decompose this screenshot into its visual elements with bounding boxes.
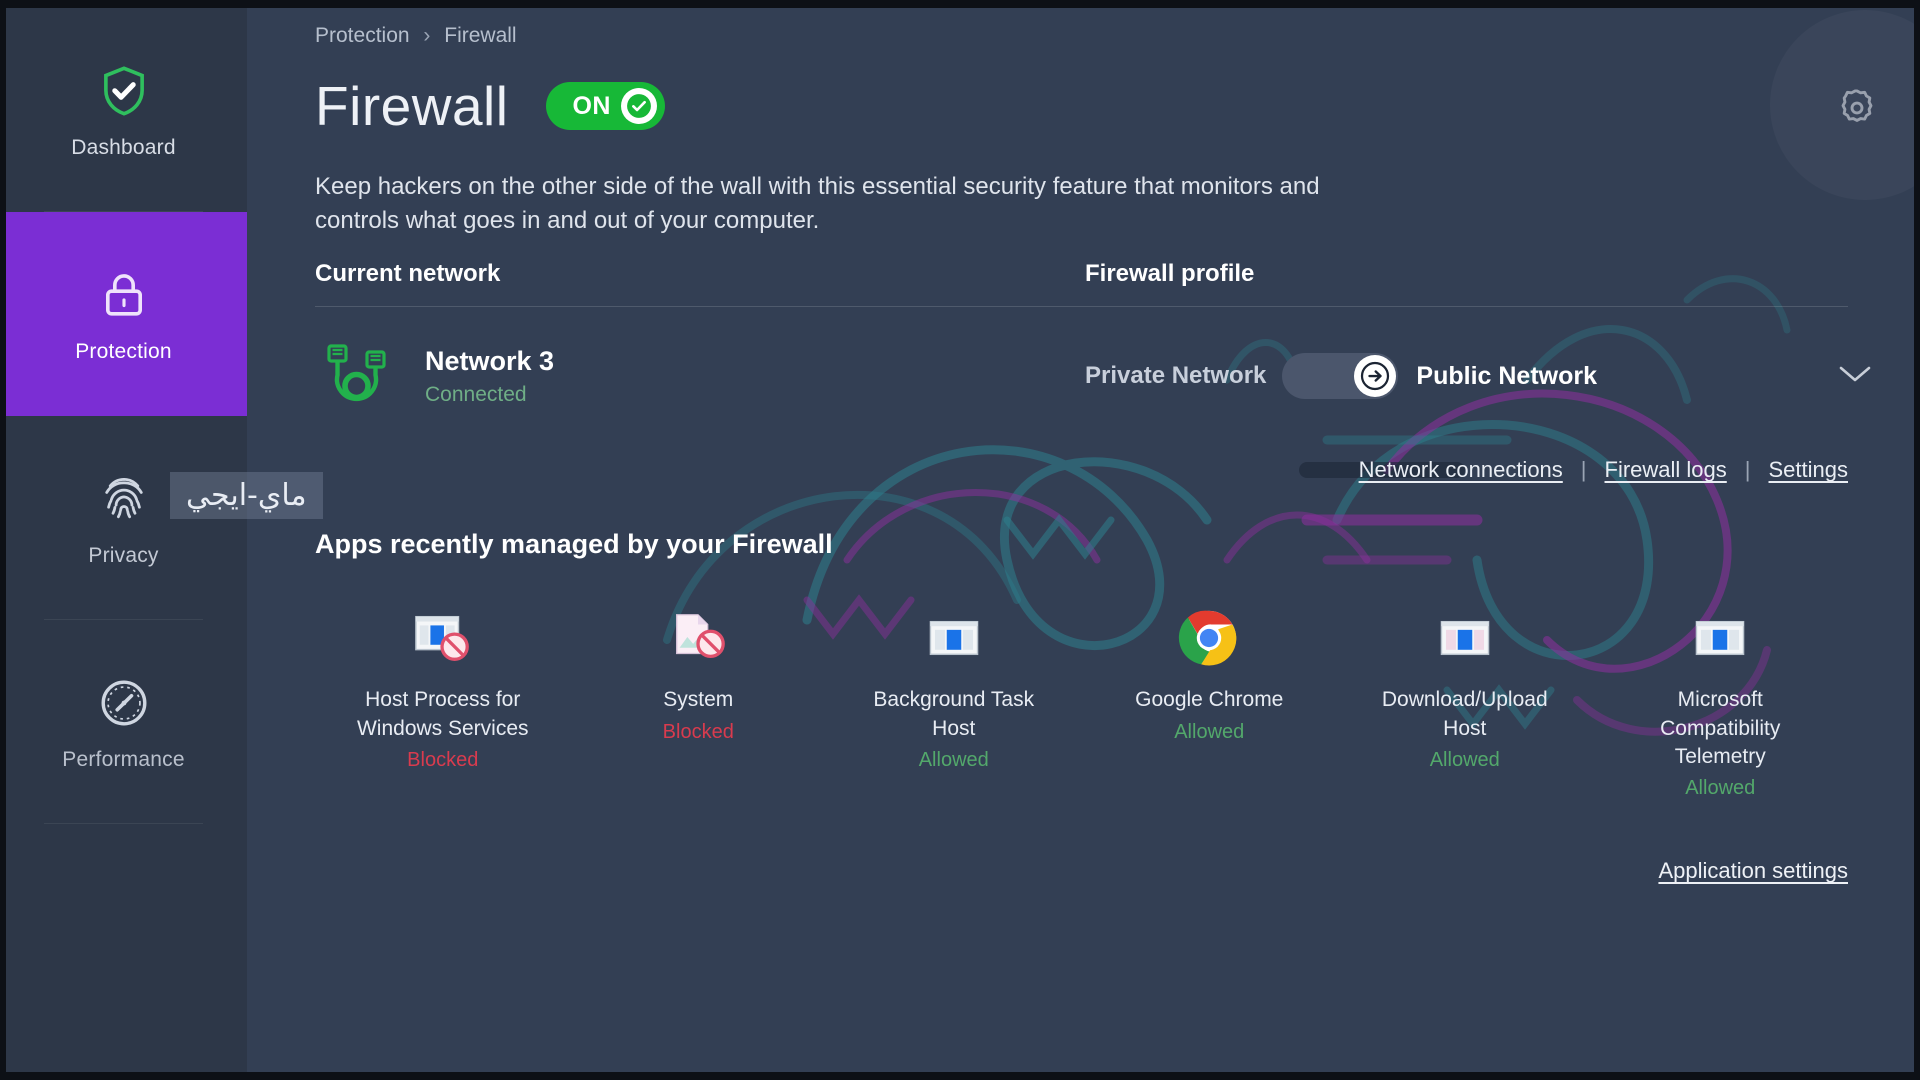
sidebar-item-protection[interactable]: Protection bbox=[0, 212, 247, 416]
current-network-header: Current network bbox=[315, 260, 501, 288]
sidebar-item-label: Protection bbox=[75, 340, 172, 363]
link-separator-1: | bbox=[1580, 457, 1587, 483]
shield-check-icon bbox=[93, 60, 155, 122]
profile-private-label: Private Network bbox=[1085, 362, 1267, 390]
windows-app-blocked-icon bbox=[411, 606, 475, 670]
app-name: System bbox=[663, 688, 734, 712]
windows-app-icon bbox=[922, 606, 986, 670]
fingerprint-icon bbox=[93, 468, 155, 530]
link-firewall-logs[interactable]: Firewall logs bbox=[1605, 457, 1727, 483]
network-cable-icon bbox=[315, 341, 399, 411]
main-panel: Protection › Firewall Firewall ON Keep h… bbox=[247, 0, 1920, 1080]
header-divider bbox=[315, 306, 1848, 308]
network-row: Network 3 Connected Private Network Publ… bbox=[315, 341, 1920, 411]
sidebar-item-label: Privacy bbox=[88, 544, 159, 567]
firewall-on-toggle[interactable]: ON bbox=[546, 82, 665, 130]
link-network-connections[interactable]: Network connections bbox=[1359, 457, 1563, 483]
window-frame-bottom bbox=[0, 1072, 1920, 1080]
app-item[interactable]: Google Chrome Allowed bbox=[1082, 606, 1338, 800]
firewall-app-window: Dashboard Protection Privacy Performance… bbox=[0, 0, 1920, 1080]
application-settings-row: Application settings bbox=[315, 858, 1848, 884]
app-item[interactable]: Host Process for Windows Services Blocke… bbox=[315, 606, 571, 800]
app-item[interactable]: System Blocked bbox=[571, 606, 827, 800]
app-status: Allowed bbox=[1685, 777, 1756, 800]
sidebar-item-label: Performance bbox=[62, 748, 185, 771]
app-name: Microsoft Compatibility Telemetry bbox=[1660, 688, 1781, 768]
network-status: Connected bbox=[425, 382, 527, 406]
app-status: Allowed bbox=[918, 748, 989, 771]
lock-icon bbox=[93, 264, 155, 326]
network-info: Network 3 Connected bbox=[425, 346, 554, 407]
app-item[interactable]: Download/Upload Host Allowed bbox=[1337, 606, 1593, 800]
app-name: Background Task Host bbox=[873, 688, 1035, 740]
app-status: Blocked bbox=[662, 720, 734, 743]
link-separator-2: | bbox=[1744, 457, 1751, 483]
section-column-headers: Current network Firewall profile bbox=[315, 260, 1920, 288]
window-frame-right bbox=[1914, 0, 1920, 1080]
firewall-profile-header: Firewall profile bbox=[1085, 260, 1255, 288]
current-network-cell: Network 3 Connected bbox=[315, 341, 1085, 411]
app-item[interactable]: Microsoft Compatibility Telemetry Allowe… bbox=[1593, 606, 1849, 800]
sidebar-item-dashboard[interactable]: Dashboard bbox=[0, 8, 247, 212]
app-status: Blocked bbox=[407, 748, 479, 771]
window-frame-top bbox=[0, 0, 1920, 8]
watermark: ماي-ايجي bbox=[170, 472, 323, 519]
breadcrumb-separator: › bbox=[423, 24, 431, 47]
check-circle-icon bbox=[620, 88, 657, 124]
app-name: Host Process for Windows Services bbox=[356, 688, 529, 740]
page-title: Firewall bbox=[315, 75, 509, 137]
profile-switch[interactable] bbox=[1282, 353, 1399, 400]
feature-description: Keep hackers on the other side of the wa… bbox=[315, 173, 1320, 235]
firewall-profile-cell: Private Network Public Network bbox=[1085, 353, 1920, 400]
apps-grid: Host Process for Windows Services Blocke… bbox=[315, 606, 1848, 800]
sidebar-item-performance[interactable]: Performance bbox=[0, 620, 247, 824]
speedometer-icon bbox=[93, 672, 155, 734]
system-file-blocked-icon bbox=[666, 606, 730, 670]
link-settings[interactable]: Settings bbox=[1769, 457, 1849, 483]
title-row: Firewall ON bbox=[315, 74, 1920, 138]
toggle-state-label: ON bbox=[572, 91, 611, 120]
windows-app-icon bbox=[1433, 606, 1497, 670]
network-name: Network 3 bbox=[425, 345, 555, 376]
breadcrumb-parent[interactable]: Protection bbox=[315, 24, 410, 47]
link-application-settings[interactable]: Application settings bbox=[1658, 858, 1848, 884]
app-status: Allowed bbox=[1174, 720, 1245, 743]
app-status: Allowed bbox=[1429, 748, 1500, 771]
window-frame-left bbox=[0, 0, 6, 1080]
breadcrumb: Protection › Firewall bbox=[315, 24, 1920, 48]
sidebar: Dashboard Protection Privacy Performance bbox=[0, 0, 247, 1080]
chevron-down-icon[interactable] bbox=[1838, 363, 1872, 390]
arrow-right-circle-icon bbox=[1354, 355, 1397, 398]
app-name: Google Chrome bbox=[1135, 688, 1284, 712]
windows-app-icon bbox=[1688, 606, 1752, 670]
breadcrumb-current: Firewall bbox=[444, 24, 517, 47]
profile-public-label: Public Network bbox=[1416, 361, 1597, 390]
app-item[interactable]: Background Task Host Allowed bbox=[826, 606, 1082, 800]
quick-links-row: Network connections | Firewall logs | Se… bbox=[315, 457, 1848, 483]
app-name: Download/Upload Host bbox=[1381, 688, 1548, 740]
chrome-icon bbox=[1177, 606, 1241, 670]
apps-section-heading: Apps recently managed by your Firewall bbox=[315, 529, 833, 560]
sidebar-item-label: Dashboard bbox=[71, 136, 176, 159]
